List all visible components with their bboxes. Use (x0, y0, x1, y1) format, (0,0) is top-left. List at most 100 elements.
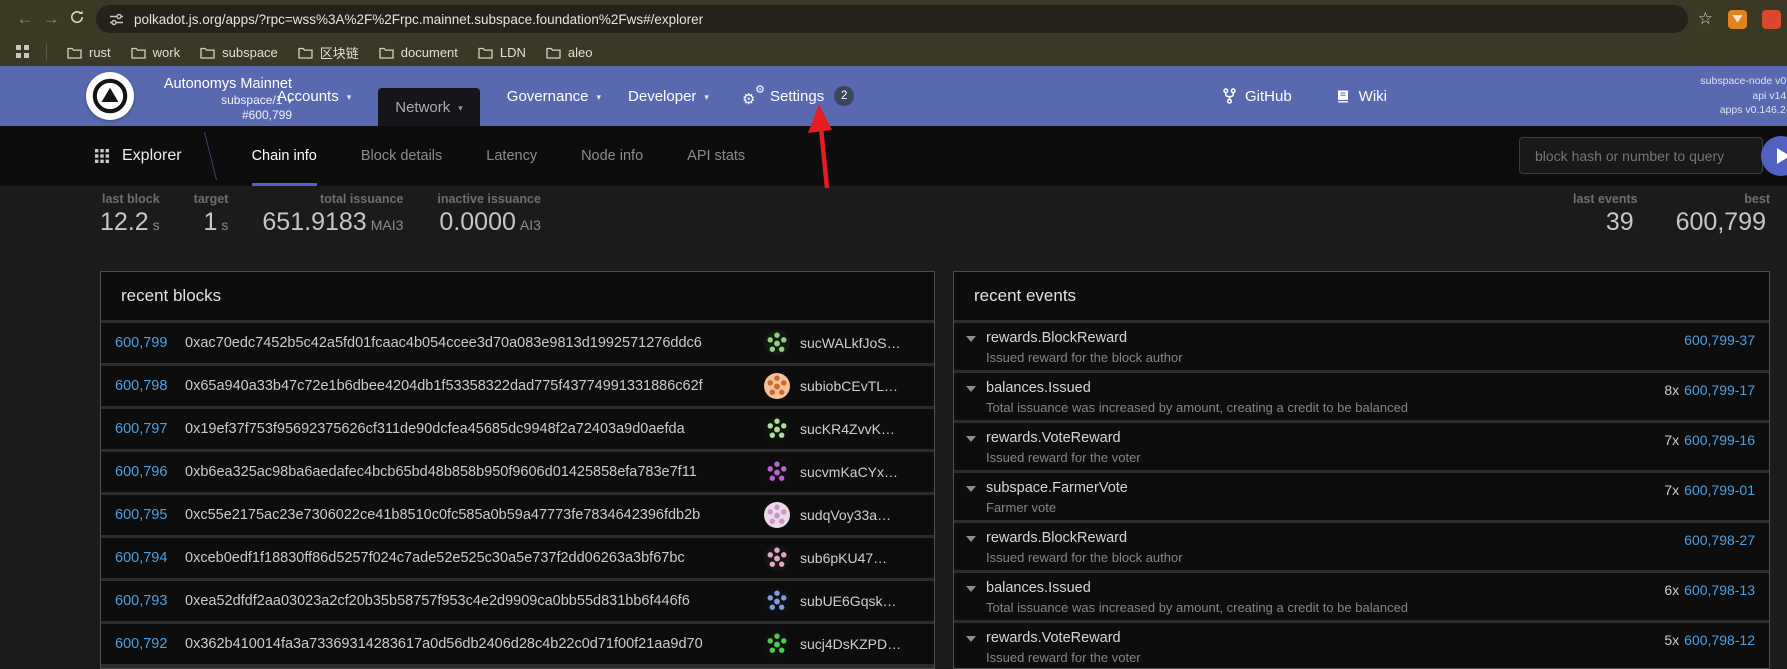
block-number-link[interactable]: 600,797 (115, 421, 161, 437)
grid-icon (95, 149, 109, 163)
table-row: 600,799 0xac70edc7452b5c42a5fd01fcaac4b0… (101, 323, 934, 363)
folder-icon (200, 46, 215, 59)
query-submit-button[interactable] (1761, 136, 1787, 176)
block-hash: 0xc55e2175ac23e7306022ce41b8510c0fc585a0… (185, 507, 764, 523)
extension-icon[interactable] (1762, 10, 1781, 29)
block-number-link[interactable]: 600,794 (115, 550, 161, 566)
bookmark-folder[interactable]: LDN (478, 43, 526, 62)
author-identicon[interactable] (764, 588, 790, 614)
author-identicon[interactable] (764, 373, 790, 399)
expand-caret-icon[interactable] (966, 336, 976, 342)
app-header: Autonomys Mainnet subspace/1▾ #600,799 A… (0, 66, 1787, 126)
block-number-link[interactable]: 600,793 (115, 593, 161, 609)
site-info-icon[interactable] (109, 12, 124, 27)
event-block-link[interactable]: 600,798-27 (1684, 532, 1755, 548)
back-icon[interactable]: ← (12, 9, 38, 29)
event-block-link[interactable]: 600,799-01 (1684, 482, 1755, 498)
block-author[interactable]: sucKR4ZvvK… (800, 421, 920, 437)
author-identicon[interactable] (764, 631, 790, 657)
stat-value: 0.0000 (439, 208, 515, 236)
browser-toolbar: ← → polkadot.js.org/apps/?rpc=wss%3A%2F%… (0, 0, 1787, 38)
table-row: 600,793 0xea52dfdf2aa03023a2cf20b35b5875… (101, 581, 934, 621)
block-author[interactable]: subiobCEvTL… (800, 378, 920, 394)
stat-cell: total issuance 651.9183MAI3 (262, 192, 403, 235)
bookmark-folder[interactable]: 区块链 (298, 43, 359, 62)
wiki-link[interactable]: Wiki (1336, 88, 1387, 105)
expand-caret-icon[interactable] (966, 386, 976, 392)
folder-icon (67, 46, 82, 59)
tab[interactable]: Block details (361, 126, 442, 186)
block-number-link[interactable]: 600,792 (115, 636, 161, 652)
github-link[interactable]: GitHub (1223, 88, 1292, 105)
block-author[interactable]: sucvmKaCYx… (800, 464, 920, 480)
bookmark-folder[interactable]: rust (67, 43, 111, 62)
nav-menu-item[interactable]: Governance ▾ (507, 66, 601, 126)
event-block-link[interactable]: 600,799-16 (1684, 432, 1755, 448)
event-texts: rewards.VoteReward Issued reward for the… (986, 430, 1141, 462)
nav-menu-item[interactable]: Accounts ▾ (277, 66, 351, 126)
recent-blocks-title: recent blocks (101, 272, 934, 320)
tab[interactable]: Latency (486, 126, 537, 186)
block-query-input[interactable] (1533, 147, 1749, 165)
block-author[interactable]: subUE6Gqsk… (800, 593, 920, 609)
block-number-link[interactable]: 600,795 (115, 507, 161, 523)
expand-caret-icon[interactable] (966, 486, 976, 492)
network-brand[interactable]: Autonomys Mainnet subspace/1▾ #600,799 (138, 75, 292, 123)
block-hash: 0x19ef37f753f95692375626cf311de90dcfea45… (185, 421, 764, 437)
nav-menu-item[interactable]: Network ▾ (378, 88, 480, 126)
expand-caret-icon[interactable] (966, 636, 976, 642)
address-bar[interactable]: polkadot.js.org/apps/?rpc=wss%3A%2F%2Frp… (96, 5, 1688, 33)
bookmark-folder[interactable]: aleo (546, 43, 593, 62)
chain-selector[interactable]: subspace/1▾ (138, 93, 292, 108)
block-author[interactable]: sub6pKU47… (800, 550, 920, 566)
nav-menu-item-settings[interactable]: ⚙ ⚙ Settings 2 (742, 66, 854, 126)
autonomys-logo[interactable] (86, 72, 134, 120)
section-explorer[interactable]: Explorer (0, 126, 182, 186)
block-query-box[interactable] (1519, 137, 1763, 174)
block-author[interactable]: sucj4DsKZPD… (800, 636, 920, 652)
author-identicon[interactable] (764, 459, 790, 485)
recent-events-title: recent events (954, 272, 1769, 320)
stat-label: inactive issuance (437, 192, 541, 206)
apps-grid-icon[interactable] (16, 45, 30, 59)
block-author[interactable]: sucWALkfJoS… (800, 335, 920, 351)
bookmark-folder[interactable]: work (131, 43, 180, 62)
reload-icon[interactable] (64, 9, 90, 30)
bookmark-label: subspace (222, 45, 278, 60)
expand-caret-icon[interactable] (966, 586, 976, 592)
extension-fox-icon[interactable] (1728, 10, 1747, 29)
event-block-link[interactable]: 600,799-37 (1684, 332, 1755, 348)
chevron-down-icon: ▾ (597, 90, 602, 103)
gears-icon: ⚙ ⚙ (742, 87, 763, 106)
event-texts: subspace.FarmerVote Farmer vote (986, 480, 1128, 512)
forward-icon[interactable]: → (38, 9, 64, 29)
tab[interactable]: API stats (687, 126, 745, 186)
author-identicon[interactable] (764, 502, 790, 528)
block-number-link[interactable]: 600,798 (115, 378, 161, 394)
table-row: 600,795 0xc55e2175ac23e7306022ce41b8510c… (101, 495, 934, 535)
block-number-link[interactable]: 600,796 (115, 464, 161, 480)
author-identicon[interactable] (764, 416, 790, 442)
event-block-link[interactable]: 600,799-17 (1684, 382, 1755, 398)
tab[interactable]: Node info (581, 126, 643, 186)
nav-menu-item[interactable]: Developer ▾ (628, 66, 709, 126)
bookmark-folder[interactable]: document (379, 43, 458, 62)
event-texts: rewards.BlockReward Issued reward for th… (986, 530, 1183, 562)
tab[interactable]: Chain info (252, 126, 317, 186)
author-identicon[interactable] (764, 330, 790, 356)
play-icon (1777, 148, 1787, 164)
expand-caret-icon[interactable] (966, 536, 976, 542)
bookmark-folder[interactable]: subspace (200, 43, 278, 62)
event-block-link[interactable]: 600,798-12 (1684, 632, 1755, 648)
author-identicon[interactable] (764, 545, 790, 571)
folder-icon (478, 46, 493, 59)
stat-cell: target 1s (194, 192, 229, 235)
block-author[interactable]: sudqVoy33a… (800, 507, 920, 523)
event-block-link[interactable]: 600,798-13 (1684, 582, 1755, 598)
stat-unit: s (221, 217, 228, 233)
bookmark-label: document (401, 45, 458, 60)
block-hash: 0xceb0edf1f18830ff86d5257f024c7ade52e525… (185, 550, 764, 566)
block-number-link[interactable]: 600,799 (115, 335, 161, 351)
expand-caret-icon[interactable] (966, 436, 976, 442)
bookmark-star-icon[interactable]: ☆ (1698, 9, 1713, 29)
